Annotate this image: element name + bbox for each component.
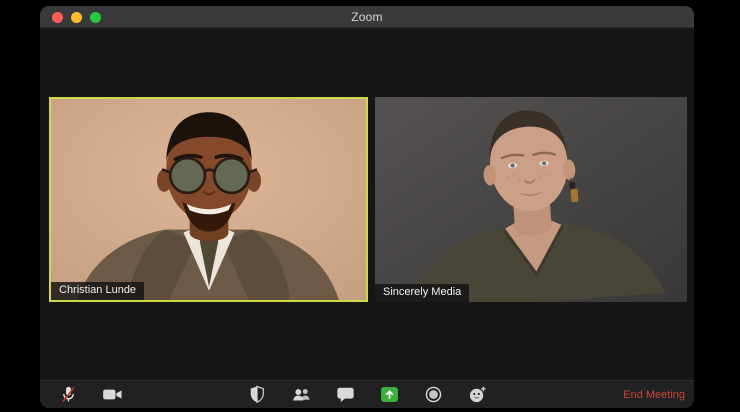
meeting-toolbar: End Meeting — [40, 380, 694, 408]
video-tile-christian-lunde[interactable]: Christian Lunde — [49, 97, 368, 302]
minimize-button[interactable] — [71, 11, 82, 23]
chat-button[interactable] — [323, 381, 367, 409]
record-icon — [425, 386, 441, 403]
desktop: Zoom Christian Lunde Sincerely Media End… — [0, 0, 740, 412]
participant-name-label: Sincerely Media — [375, 284, 470, 302]
participants-button[interactable] — [279, 381, 323, 409]
close-button[interactable] — [52, 11, 63, 23]
fullscreen-button[interactable] — [90, 11, 101, 23]
toolbar-center-group — [235, 381, 499, 409]
mute-button[interactable] — [46, 381, 90, 409]
video-button[interactable] — [90, 381, 134, 409]
toolbar-left-group — [40, 381, 134, 409]
zoom-window: Zoom Christian Lunde Sincerely Media End… — [40, 6, 694, 408]
participants-icon — [292, 388, 310, 401]
video-tile-sincerely-media[interactable]: Sincerely Media — [375, 97, 687, 302]
titlebar: Zoom — [40, 6, 694, 28]
window-title: Zoom — [351, 9, 383, 24]
chat-bubble-icon — [336, 387, 354, 403]
video-camera-icon — [102, 389, 121, 400]
portrait-woman-buzzcut — [375, 97, 687, 302]
reactions-button[interactable] — [455, 381, 499, 409]
microphone-muted-icon — [61, 386, 75, 403]
share-screen-button[interactable] — [367, 381, 411, 409]
shield-icon — [250, 385, 264, 404]
participant-name-label: Christian Lunde — [51, 282, 145, 300]
end-meeting-button[interactable]: End Meeting — [623, 381, 685, 408]
security-button[interactable] — [235, 381, 279, 409]
portrait-man-glasses — [49, 97, 368, 302]
reactions-smiley-icon — [469, 386, 486, 403]
window-controls — [52, 6, 101, 28]
record-button[interactable] — [411, 381, 455, 409]
share-screen-icon — [380, 387, 398, 402]
